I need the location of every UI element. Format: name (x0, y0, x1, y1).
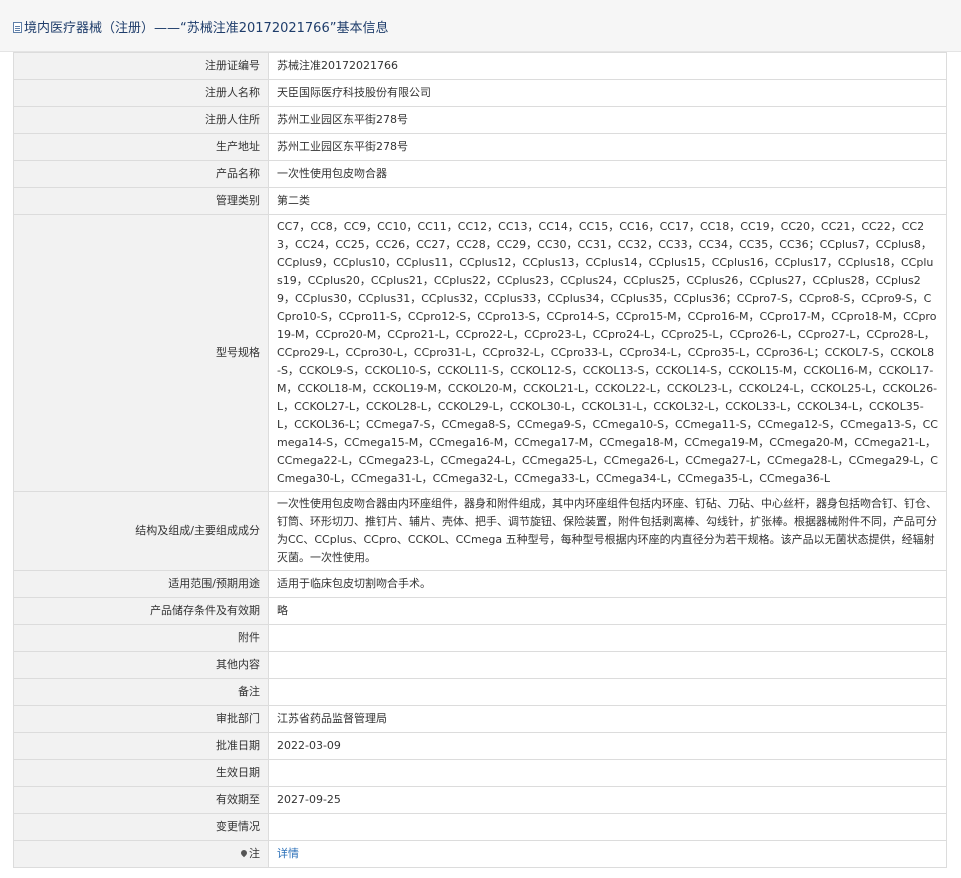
document-icon (13, 22, 22, 33)
field-value: 苏械注准20172021766 (268, 52, 947, 80)
field-value: 苏州工业园区东平街278号 (268, 106, 947, 134)
field-value: 天臣国际医疗科技股份有限公司 (268, 79, 947, 107)
field-label: 结构及组成/主要组成成分 (13, 491, 269, 571)
table-row-management-category: 管理类别 第二类 (13, 187, 947, 215)
table-row-product-name: 产品名称 一次性使用包皮吻合器 (13, 160, 947, 188)
table-row-note: 注 详情 (13, 840, 947, 868)
field-label: 注册人住所 (13, 106, 269, 134)
table-row-registrant-address: 注册人住所 苏州工业园区东平街278号 (13, 106, 947, 134)
table-row-valid-until: 有效期至 2027-09-25 (13, 786, 947, 814)
table-row-model-spec: 型号规格 CC7，CC8，CC9，CC10，CC11，CC12，CC13，CC1… (13, 214, 947, 492)
table-row-approval-dept: 审批部门 江苏省药品监督管理局 (13, 705, 947, 733)
table-row-intended-use: 适用范围/预期用途 适用于临床包皮切割吻合手术。 (13, 570, 947, 598)
table-row-attachments: 附件 (13, 624, 947, 652)
page-title-text: 境内医疗器械（注册）——“苏械注准20172021766”基本信息 (24, 21, 389, 36)
field-value (268, 624, 947, 652)
field-value: CC7，CC8，CC9，CC10，CC11，CC12，CC13，CC14，CC1… (268, 214, 947, 492)
info-table: 注册证编号 苏械注准20172021766 注册人名称 天臣国际医疗科技股份有限… (13, 52, 947, 868)
field-label: 产品名称 (13, 160, 269, 188)
table-row-effective-date: 生效日期 (13, 759, 947, 787)
table-row-remarks: 备注 (13, 678, 947, 706)
field-value (268, 651, 947, 679)
field-value: 2022-03-09 (268, 732, 947, 760)
field-label: 附件 (13, 624, 269, 652)
field-label: 注册证编号 (13, 52, 269, 80)
field-label: 批准日期 (13, 732, 269, 760)
field-value: 一次性使用包皮吻合器由内环座组件，器身和附件组成，其中内环座组件包括内环座、钉砧… (268, 491, 947, 571)
location-pin-icon (239, 848, 249, 858)
field-value (268, 678, 947, 706)
field-value: 第二类 (268, 187, 947, 215)
field-value: 略 (268, 597, 947, 625)
field-label: 有效期至 (13, 786, 269, 814)
field-label: 管理类别 (13, 187, 269, 215)
field-label: 注册人名称 (13, 79, 269, 107)
field-label: 变更情况 (13, 813, 269, 841)
field-label: 审批部门 (13, 705, 269, 733)
field-label: 生产地址 (13, 133, 269, 161)
table-row-registrant-name: 注册人名称 天臣国际医疗科技股份有限公司 (13, 79, 947, 107)
field-label: 型号规格 (13, 214, 269, 492)
table-row-approval-date: 批准日期 2022-03-09 (13, 732, 947, 760)
field-value: 江苏省药品监督管理局 (268, 705, 947, 733)
field-value: 一次性使用包皮吻合器 (268, 160, 947, 188)
field-value (268, 759, 947, 787)
field-value: 苏州工业园区东平街278号 (268, 133, 947, 161)
field-value: 适用于临床包皮切割吻合手术。 (268, 570, 947, 598)
page-title: 境内医疗器械（注册）——“苏械注准20172021766”基本信息 (13, 17, 388, 36)
field-label: 产品储存条件及有效期 (13, 597, 269, 625)
field-label: 注 (249, 847, 260, 860)
table-row-storage: 产品储存条件及有效期 略 (13, 597, 947, 625)
page-header: 境内医疗器械（注册）——“苏械注准20172021766”基本信息 (0, 0, 961, 52)
table-row-structure: 结构及组成/主要组成成分 一次性使用包皮吻合器由内环座组件，器身和附件组成，其中… (13, 491, 947, 571)
field-label: 生效日期 (13, 759, 269, 787)
table-row-registration-number: 注册证编号 苏械注准20172021766 (13, 52, 947, 80)
note-label-cell: 注 (13, 840, 269, 868)
field-label: 备注 (13, 678, 269, 706)
table-row-other: 其他内容 (13, 651, 947, 679)
field-label: 适用范围/预期用途 (13, 570, 269, 598)
field-label: 其他内容 (13, 651, 269, 679)
field-value (268, 813, 947, 841)
field-value: 2027-09-25 (268, 786, 947, 814)
table-row-production-address: 生产地址 苏州工业园区东平街278号 (13, 133, 947, 161)
note-value-cell: 详情 (268, 840, 947, 868)
details-link[interactable]: 详情 (277, 847, 299, 860)
table-row-changes: 变更情况 (13, 813, 947, 841)
